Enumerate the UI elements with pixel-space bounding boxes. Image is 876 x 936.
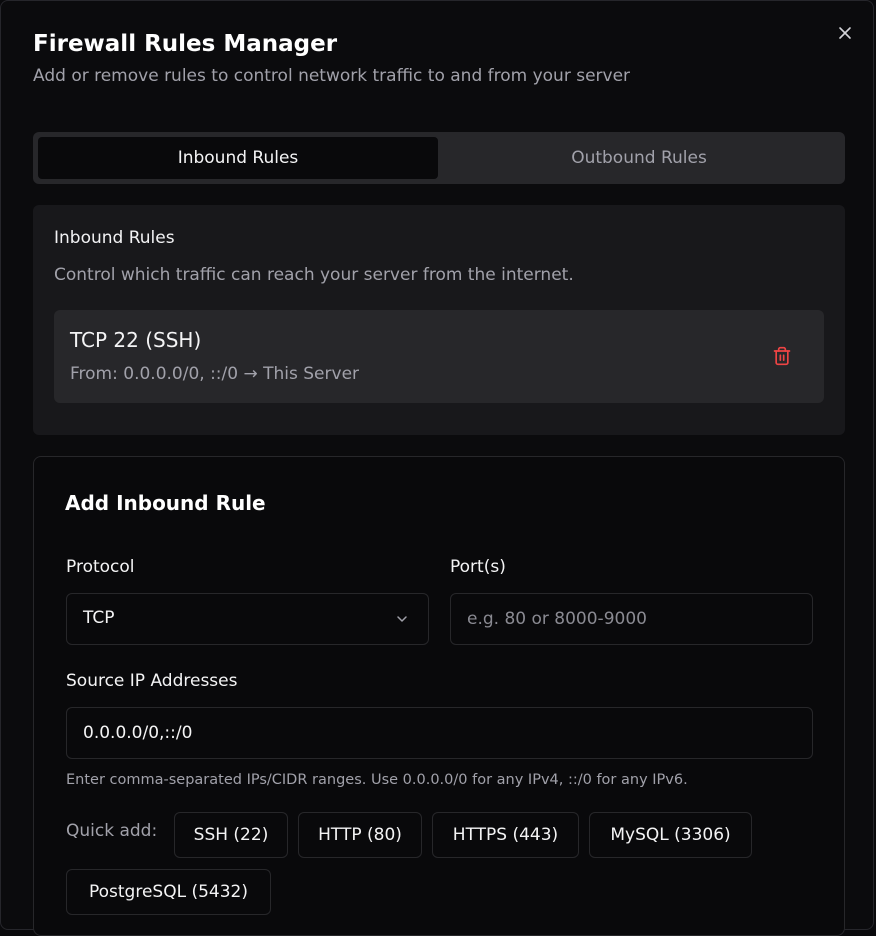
source-ip-input[interactable] [66, 707, 813, 759]
close-icon [839, 27, 851, 39]
quick-add-label: Quick add: [66, 821, 158, 841]
rule-card: TCP 22 (SSH) From: 0.0.0.0/0, ::/0 → Thi… [54, 310, 824, 403]
quick-add-https[interactable]: HTTPS (443) [432, 812, 579, 858]
quick-add-http[interactable]: HTTP (80) [298, 812, 422, 858]
delete-rule-button[interactable] [770, 344, 794, 368]
rule-detail: From: 0.0.0.0/0, ::/0 → This Server [70, 364, 360, 384]
source-ip-hint: Enter comma-separated IPs/CIDR ranges. U… [66, 772, 688, 788]
trash-icon [773, 346, 791, 366]
ports-input[interactable] [450, 593, 813, 645]
inbound-rules-panel: Inbound Rules Control which traffic can … [33, 205, 845, 435]
quick-add-mysql[interactable]: MySQL (3306) [589, 812, 752, 858]
rule-title: TCP 22 (SSH) [70, 328, 202, 352]
panel-heading: Inbound Rules [54, 228, 175, 248]
quick-add-ssh[interactable]: SSH (22) [174, 812, 288, 858]
chevron-down-icon [397, 616, 407, 622]
close-button[interactable] [835, 23, 855, 43]
panel-description: Control which traffic can reach your ser… [54, 265, 574, 285]
quick-add-postgresql[interactable]: PostgreSQL (5432) [66, 869, 271, 915]
rules-tabs: Inbound Rules Outbound Rules [33, 132, 845, 184]
firewall-dialog: Firewall Rules Manager Add or remove rul… [0, 0, 874, 936]
protocol-select[interactable]: TCP [66, 593, 429, 645]
dialog-title: Firewall Rules Manager [33, 31, 338, 57]
source-ip-label: Source IP Addresses [66, 671, 238, 691]
add-rule-panel: Add Inbound Rule Protocol TCP Port(s) So… [33, 456, 845, 936]
tab-outbound-rules[interactable]: Outbound Rules [439, 137, 839, 179]
protocol-value: TCP [83, 608, 115, 628]
ports-label: Port(s) [450, 557, 506, 577]
add-rule-title: Add Inbound Rule [65, 491, 266, 515]
protocol-label: Protocol [66, 557, 135, 577]
tab-inbound-rules[interactable]: Inbound Rules [38, 137, 438, 179]
dialog-subtitle: Add or remove rules to control network t… [33, 66, 631, 86]
